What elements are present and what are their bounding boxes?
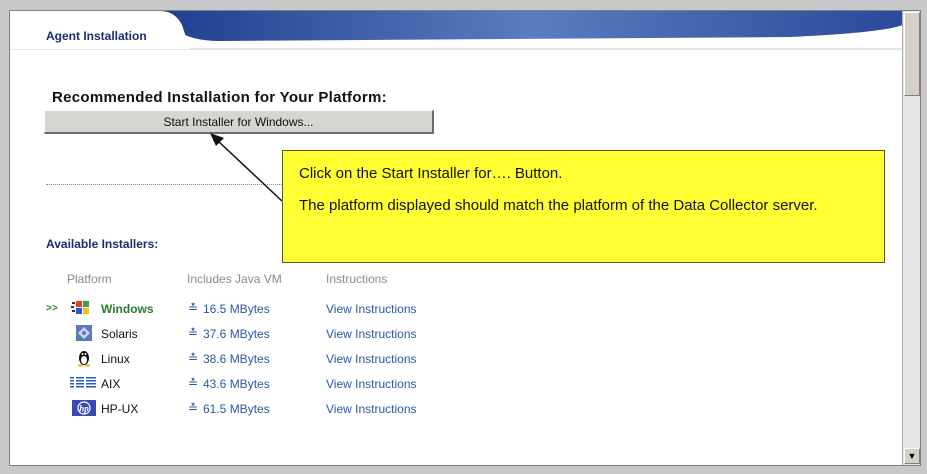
callout-box: Click on the Start Installer for…. Butto…: [282, 150, 885, 263]
view-instructions-link[interactable]: View Instructions: [326, 377, 417, 391]
download-size-link[interactable]: 38.6 MBytes: [203, 352, 270, 366]
view-instructions-link[interactable]: View Instructions: [326, 327, 417, 341]
download-size-link[interactable]: 16.5 MBytes: [203, 302, 270, 316]
view-instructions-link[interactable]: View Instructions: [326, 402, 417, 416]
platform-name: AIX: [101, 377, 121, 391]
download-size-link[interactable]: 43.6 MBytes: [203, 377, 270, 391]
solaris-icon: [76, 325, 92, 341]
svg-text:hp: hp: [79, 404, 89, 414]
download-icon[interactable]: ≛: [188, 376, 198, 390]
download-icon[interactable]: ≛: [188, 351, 198, 365]
linux-icon: [78, 351, 90, 367]
download-size-link[interactable]: 61.5 MBytes: [203, 402, 270, 416]
start-installer-button[interactable]: Start Installer for Windows...: [44, 110, 434, 134]
column-header-instructions: Instructions: [326, 272, 388, 286]
platform-name: Solaris: [101, 327, 138, 341]
windows-icon: [71, 301, 89, 314]
view-instructions-link[interactable]: View Instructions: [326, 302, 417, 316]
download-icon[interactable]: ≛: [188, 401, 198, 415]
download-icon[interactable]: ≛: [188, 301, 198, 315]
download-icon[interactable]: ≛: [188, 326, 198, 340]
callout-line-1: Click on the Start Installer for…. Butto…: [299, 165, 563, 182]
available-installers-heading: Available Installers:: [46, 237, 159, 251]
platform-name: Linux: [101, 352, 130, 366]
installer-row-windows: >> Windows ≛ 16.5 MBytes View Instructio…: [10, 299, 510, 319]
installer-row-linux: Linux ≛ 38.6 MBytes View Instructions: [10, 349, 510, 369]
divider: [46, 184, 286, 185]
tab-header: Agent Installation: [10, 11, 903, 51]
content-panel: Agent Installation Recommended Installat…: [9, 10, 921, 466]
ibm-icon: [70, 377, 96, 388]
column-header-java: Includes Java VM: [187, 272, 282, 286]
window-frame: Agent Installation Recommended Installat…: [0, 0, 927, 474]
recommended-heading: Recommended Installation for Your Platfo…: [52, 89, 387, 106]
hp-icon: hp: [72, 400, 96, 416]
callout-line-2: The platform displayed should match the …: [299, 197, 818, 214]
view-instructions-link[interactable]: View Instructions: [326, 352, 417, 366]
installer-row-solaris: Solaris ≛ 37.6 MBytes View Instructions: [10, 324, 510, 344]
selected-marker: >>: [46, 303, 58, 314]
platform-name: Windows: [101, 302, 154, 316]
installer-row-aix: AIX ≛ 43.6 MBytes View Instructions: [10, 374, 510, 394]
installer-row-hpux: hp HP-UX ≛ 61.5 MBytes View Instructions: [10, 399, 510, 419]
download-size-link[interactable]: 37.6 MBytes: [203, 327, 270, 341]
column-header-platform: Platform: [67, 272, 112, 286]
scrollbar-thumb[interactable]: [904, 12, 920, 96]
scroll-down-arrow-icon[interactable]: ▼: [904, 448, 920, 464]
tab-agent-installation[interactable]: Agent Installation: [46, 29, 147, 43]
platform-name: HP-UX: [101, 402, 139, 416]
vertical-scrollbar[interactable]: ▼: [902, 11, 920, 465]
